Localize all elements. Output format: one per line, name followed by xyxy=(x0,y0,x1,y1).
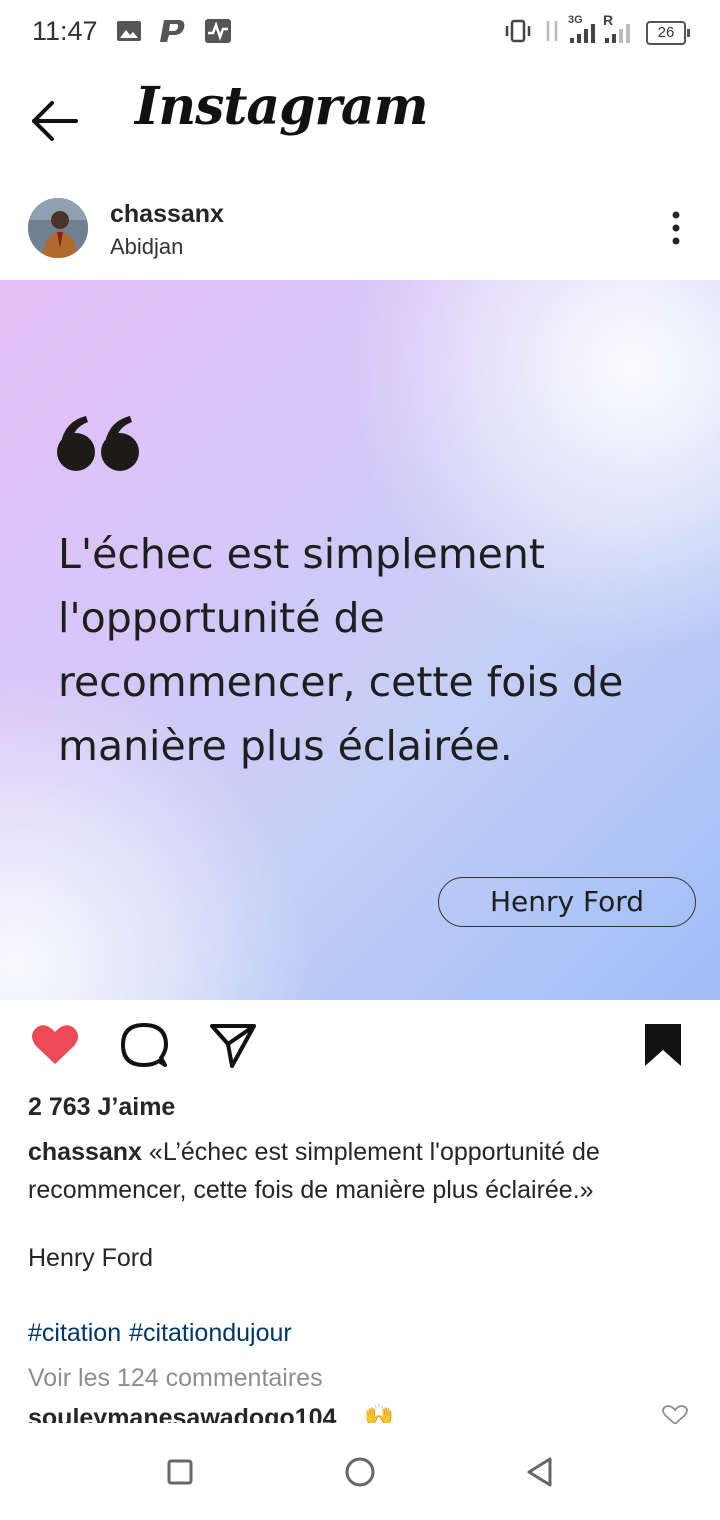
comment-icon[interactable] xyxy=(119,1020,169,1070)
back-arrow-icon[interactable] xyxy=(30,98,80,144)
view-comments-link[interactable]: Voir les 124 commentaires xyxy=(28,1364,323,1393)
quote-mark-icon xyxy=(57,416,139,471)
more-options-icon[interactable] xyxy=(660,208,692,248)
data-transfer-icon xyxy=(546,21,558,41)
hashtag-citation[interactable]: #citation xyxy=(28,1319,121,1347)
comment-emoji: 🙌 xyxy=(364,1403,394,1423)
paypal-notification-icon xyxy=(160,20,185,42)
status-bar: 11:47 3G R 26 xyxy=(0,0,720,64)
like-heart-icon[interactable] xyxy=(30,1020,80,1070)
signal-1-icon xyxy=(570,24,595,43)
avatar[interactable] xyxy=(28,198,88,258)
avatar-image xyxy=(28,198,88,258)
status-time: 11:47 xyxy=(32,16,98,46)
comment-username[interactable]: souleymanesawadogo104 xyxy=(28,1404,336,1423)
caption-username[interactable]: chassanx xyxy=(28,1138,142,1166)
hashtags: #citation #citationdujour xyxy=(28,1319,300,1348)
post-username[interactable]: chassanx xyxy=(110,200,224,229)
comment-like-heart-icon[interactable] xyxy=(662,1405,688,1425)
vibrate-icon xyxy=(505,19,531,43)
battery-indicator: 26 xyxy=(646,21,690,45)
caption-author: Henry Ford xyxy=(28,1244,154,1272)
activity-notification-icon xyxy=(205,19,231,43)
share-send-icon[interactable] xyxy=(208,1020,258,1070)
signal-2-icon xyxy=(605,24,630,43)
home-icon[interactable] xyxy=(343,1455,377,1489)
post-location[interactable]: Abidjan xyxy=(110,234,183,260)
image-quote-text: L'échec est simplement l'opportunité de … xyxy=(58,530,624,770)
bookmark-icon[interactable] xyxy=(638,1020,688,1070)
hashtag-citationdujour[interactable]: #citationdujour xyxy=(129,1319,292,1347)
recent-apps-icon[interactable] xyxy=(163,1455,197,1489)
likes-count[interactable]: 2 763 J’aime xyxy=(28,1093,175,1122)
gallery-notification-icon xyxy=(117,21,141,41)
post-caption: chassanx «L’échec est simplement l'oppor… xyxy=(28,1133,698,1209)
system-back-icon[interactable] xyxy=(523,1455,557,1489)
instagram-logo: Instagram xyxy=(135,76,429,137)
image-author-pill: Henry Ford xyxy=(438,877,696,927)
comment-preview: souleymanesawadogo104 🙌 xyxy=(0,1400,720,1423)
